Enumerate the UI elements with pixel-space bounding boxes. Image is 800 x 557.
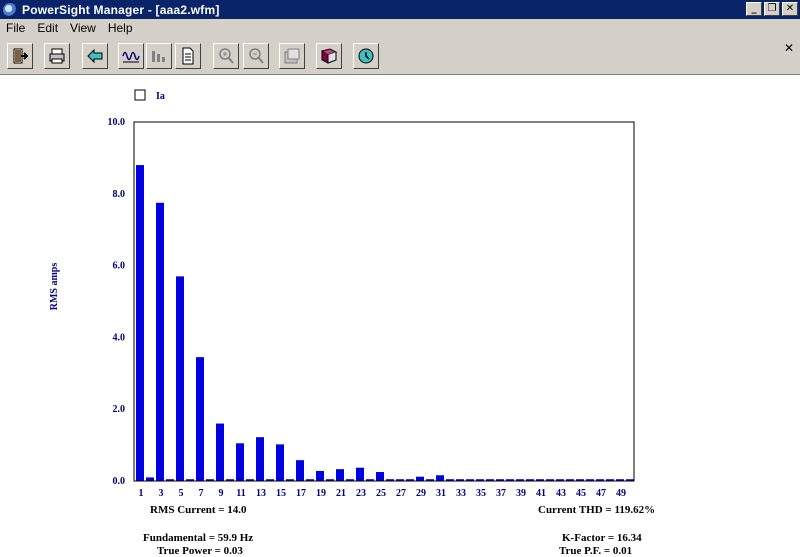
x-tick-label: 31: [436, 488, 446, 499]
fundamental: Fundamental = 59.9 Hz: [143, 532, 254, 544]
y-tick-label: 10.0: [108, 117, 126, 128]
rms-current: RMS Current = 14.0: [150, 504, 247, 516]
x-tick-label: 37: [496, 488, 506, 499]
menu-file[interactable]: File: [0, 21, 31, 35]
zoom-out-icon: [249, 48, 264, 64]
harmonic-bar: [176, 276, 184, 481]
x-tick-label: 21: [336, 488, 346, 499]
harmonic-bar: [216, 423, 224, 481]
harmonic-bar: [256, 437, 264, 481]
y-tick-label: 2.0: [113, 404, 126, 415]
harmonic-bar: [316, 470, 324, 481]
harmonic-bar: [416, 476, 424, 481]
y-axis-label: RMS amps: [49, 263, 60, 311]
x-tick-label: 25: [376, 488, 386, 499]
x-tick-label: 3: [159, 488, 164, 499]
help-button[interactable]: [353, 43, 379, 69]
harmonic-bar: [296, 460, 304, 481]
close-button[interactable]: ✕: [782, 2, 798, 16]
y-tick-label: 6.0: [113, 261, 126, 272]
y-tick-label: 8.0: [113, 189, 126, 200]
x-tick-label: 27: [396, 488, 406, 499]
harmonics-button[interactable]: [146, 43, 172, 69]
x-tick-label: 7: [199, 488, 204, 499]
x-tick-label: 43: [556, 488, 566, 499]
x-tick-label: 5: [179, 488, 184, 499]
x-tick-label: 15: [276, 488, 286, 499]
x-tick-label: 9: [219, 488, 224, 499]
harmonic-bar: [276, 444, 284, 481]
waveform-button[interactable]: [118, 43, 144, 69]
harmonics-chart-area: Ia 0.0 2.0 4.0 6.0 8.0 10.0 1 3 5 7 9 11 13 15 17 19 21…: [0, 76, 800, 557]
x-tick-label: 49: [616, 488, 626, 499]
harmonics-chart: Ia 0.02.04.06.08.010.0 1 3 5 7 9 11 13 15 17 19 21…: [49, 89, 635, 499]
toolbar: [0, 37, 800, 75]
print-button[interactable]: [44, 43, 70, 69]
arrow-left-icon: [87, 48, 103, 64]
manual-button[interactable]: [316, 43, 342, 69]
harmonic-bar: [156, 202, 164, 481]
plot-frame: [133, 121, 635, 482]
x-tick-label: 23: [356, 488, 366, 499]
harmonic-bar: [136, 165, 144, 481]
book-icon: [320, 48, 338, 64]
x-tick-label: 13: [256, 488, 266, 499]
document-icon: [182, 47, 194, 65]
x-tick-label: 11: [236, 488, 245, 499]
properties-icon: [284, 48, 300, 64]
x-tick-label: 19: [316, 488, 326, 499]
harmonic-bar: [376, 472, 384, 481]
x-tick-label: 47: [596, 488, 606, 499]
harmonic-bar: [336, 469, 344, 481]
help-icon: [358, 48, 374, 64]
true-power: True Power = 0.03: [157, 545, 243, 557]
zoom-in-button[interactable]: [213, 43, 239, 69]
true-pf: True P.F. = 0.01: [559, 545, 633, 557]
waveform-icon: [122, 51, 140, 63]
zoom-in-icon: [219, 48, 234, 64]
title-bar: PowerSight Manager - [aaa2.wfm] _ ❐ ✕: [0, 0, 800, 19]
harmonic-bar: [236, 443, 244, 481]
report-button[interactable]: [175, 43, 201, 69]
menu-bar: File Edit View Help: [0, 19, 800, 37]
zoom-out-button[interactable]: [243, 43, 269, 69]
x-tick-label: 45: [576, 488, 586, 499]
minimize-button[interactable]: _: [746, 2, 762, 16]
bar-chart-icon: [152, 51, 165, 62]
legend-checkbox[interactable]: [134, 89, 146, 101]
y-tick-label: 0.0: [113, 476, 126, 487]
menu-view[interactable]: View: [64, 21, 102, 35]
window-controls: _ ❐ ✕: [746, 2, 798, 16]
harmonic-bar: [146, 477, 154, 481]
properties-button[interactable]: [279, 43, 305, 69]
menu-edit[interactable]: Edit: [31, 21, 64, 35]
harmonic-bar: [356, 467, 364, 481]
current-thd: Current THD = 119.62%: [538, 504, 656, 516]
close-document-icon[interactable]: ✕: [782, 42, 796, 56]
harmonic-bar: [196, 357, 204, 481]
menu-help[interactable]: Help: [102, 21, 139, 35]
printer-icon: [49, 48, 65, 64]
x-tick-label: 1: [139, 488, 144, 499]
x-tick-label: 41: [536, 488, 546, 499]
x-tick-label: 35: [476, 488, 486, 499]
restore-button[interactable]: ❐: [764, 2, 780, 16]
y-tick-label: 4.0: [113, 332, 126, 343]
k-factor: K-Factor = 16.34: [562, 532, 642, 544]
back-button[interactable]: [82, 43, 108, 69]
app-icon: [3, 2, 17, 17]
x-tick-label: 39: [516, 488, 526, 499]
window-title: PowerSight Manager - [aaa2.wfm]: [22, 2, 220, 17]
harmonic-bar: [436, 475, 444, 481]
x-tick-label: 17: [296, 488, 306, 499]
x-tick-label: 33: [456, 488, 466, 499]
exit-door-icon: [13, 48, 29, 64]
x-tick-label: 29: [416, 488, 426, 499]
legend-label: Ia: [156, 91, 165, 102]
exit-button[interactable]: [7, 43, 33, 69]
